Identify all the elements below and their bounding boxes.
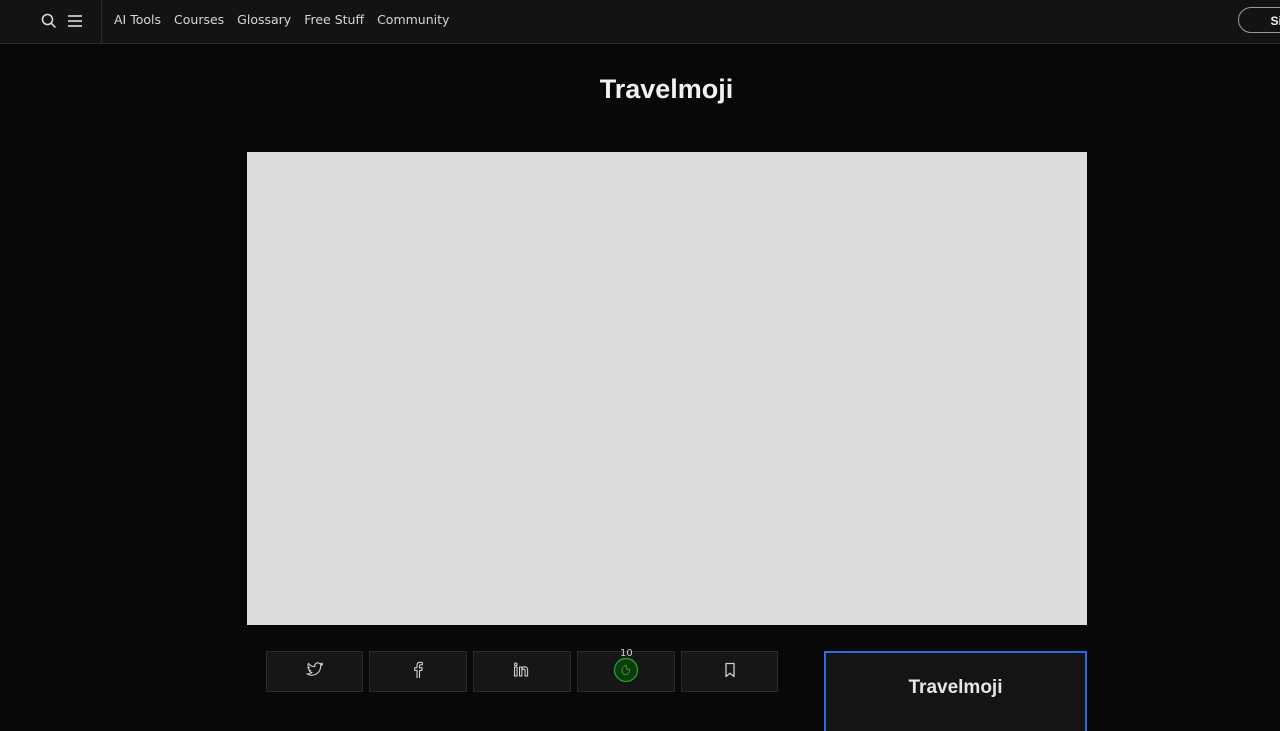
search-icon[interactable] <box>40 12 58 30</box>
main-nav: AI Tools Courses Glossary Free Stuff Com… <box>114 12 449 28</box>
page-title: Travelmoji <box>599 74 734 104</box>
menu-icon[interactable] <box>66 12 84 30</box>
upvote-button[interactable]: 10 <box>577 648 675 692</box>
share-twitter-button[interactable] <box>266 651 363 692</box>
tool-card-title: Travelmoji <box>908 677 1003 698</box>
facebook-icon <box>412 661 424 683</box>
nav-item-free-stuff[interactable]: Free Stuff <box>304 12 364 28</box>
upvote-icon <box>613 657 639 687</box>
linkedin-icon <box>513 661 531 682</box>
nav-divider <box>101 0 102 44</box>
sign-in-button[interactable]: Sign <box>1238 7 1280 33</box>
bookmark-icon <box>723 662 737 682</box>
twitter-icon <box>305 661 324 682</box>
nav-item-ai-tools[interactable]: AI Tools <box>114 12 161 28</box>
hero-image-placeholder <box>247 152 1087 625</box>
nav-item-glossary[interactable]: Glossary <box>237 12 291 28</box>
nav-item-community[interactable]: Community <box>377 12 449 28</box>
share-linkedin-button[interactable] <box>473 651 571 692</box>
share-facebook-button[interactable] <box>369 651 467 692</box>
nav-item-courses[interactable]: Courses <box>174 12 224 28</box>
top-navigation-bar: AI Tools Courses Glossary Free Stuff Com… <box>0 0 1280 44</box>
bookmark-button[interactable] <box>681 651 778 692</box>
upvote-count: 10 <box>620 648 633 659</box>
tool-summary-card: Travelmoji <box>824 651 1087 731</box>
